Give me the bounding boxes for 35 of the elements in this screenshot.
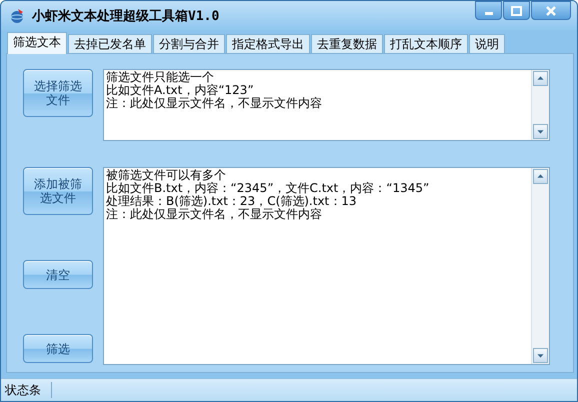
action-button[interactable]: 添加被筛选文件	[23, 167, 93, 215]
scroll-down-icon[interactable]	[533, 348, 548, 363]
tab[interactable]: 打乱文本顺序	[384, 34, 468, 53]
action-button[interactable]: 选择筛选文件	[23, 69, 93, 117]
text-area[interactable]: 被筛选文件可以有多个 比如文件B.txt，内容：“2345”，文件C.txt，内容：“1345” 处理结果：B(筛选).txt：23，C(筛选).txt：13 注：此处仅显示文件名，不显示文件内容	[103, 167, 550, 365]
text-line: 处理结果：B(筛选).txt：23，C(筛选).txt：13	[106, 195, 358, 208]
close-button[interactable]	[531, 1, 571, 20]
text-line: 注：此处仅显示文件名，不显示文件内容	[106, 97, 323, 110]
text-line: 比如文件B.txt，内容：“2345”，文件C.txt，内容：“1345”	[106, 182, 430, 195]
text-area[interactable]: 筛选文件只能选一个 比如文件A.txt，内容“123” 注：此处仅显示文件名，不显示文件内容	[103, 69, 550, 141]
scrollbar[interactable]	[531, 70, 549, 140]
window-title: 小虾米文本处理超级工具箱V1.0	[32, 8, 220, 25]
text-line: 筛选文件只能选一个	[106, 71, 215, 84]
tab[interactable]: 去重复数据	[311, 34, 383, 53]
text-line: 比如文件A.txt，内容“123”	[106, 84, 255, 97]
maximize-button[interactable]	[503, 1, 530, 20]
maximize-icon	[511, 6, 522, 16]
tab[interactable]: 说明	[469, 34, 505, 53]
action-button[interactable]: 筛选	[23, 334, 93, 363]
text-line: 被筛选文件可以有多个	[106, 169, 227, 182]
status-text: 状态条	[1, 382, 52, 398]
tab[interactable]: 分割与合并	[153, 34, 225, 53]
scroll-up-icon[interactable]	[533, 169, 548, 184]
scrollbar[interactable]	[531, 168, 549, 364]
tab[interactable]: 指定格式导出	[226, 34, 310, 53]
minimize-icon	[484, 12, 492, 15]
globe-icon	[8, 7, 26, 25]
action-button[interactable]: 清空	[23, 260, 93, 289]
tab[interactable]: 去掉已发名单	[68, 34, 152, 53]
minimize-button[interactable]	[475, 1, 502, 20]
text-line: 注：此处仅显示文件名，不显示文件内容	[106, 208, 323, 221]
close-icon	[546, 6, 556, 16]
scroll-up-icon[interactable]	[533, 71, 548, 86]
scroll-down-icon[interactable]	[533, 124, 548, 139]
tab[interactable]: 筛选文本	[7, 32, 67, 54]
